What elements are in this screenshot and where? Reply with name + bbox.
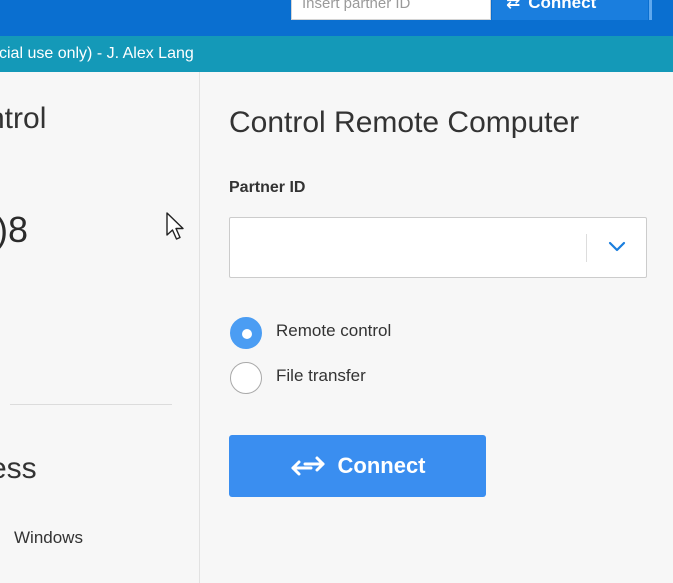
left-section-heading: ess: [0, 452, 37, 485]
page-title: Control Remote Computer: [229, 106, 580, 139]
your-id-value: )8: [0, 209, 29, 250]
partner-id-label: Partner ID: [229, 179, 306, 196]
radio-file-transfer-label[interactable]: File transfer: [276, 366, 366, 386]
arrows-exchange-icon: ⇄: [506, 0, 521, 12]
radio-remote-control-label[interactable]: Remote control: [276, 321, 391, 341]
top-toolbar: Insert partner ID ⇄ Connect: [0, 0, 673, 36]
license-text: cial use only) - J. Alex Lang: [0, 45, 194, 62]
left-pane: ntrol )8 ess Windows: [0, 72, 200, 583]
mouse-cursor-icon: [166, 212, 184, 240]
radio-unselected-icon[interactable]: [230, 362, 262, 394]
arrows-exchange-icon: [291, 456, 324, 476]
top-connect-button[interactable]: ⇄ Connect: [492, 0, 648, 20]
partner-id-dropdown-button[interactable]: [588, 218, 646, 277]
left-sub-item[interactable]: Windows: [14, 528, 83, 548]
toolbar-separator: [649, 0, 652, 20]
connect-button[interactable]: Connect: [229, 435, 486, 497]
control-remote-panel: Control Remote Computer Partner ID Remot…: [201, 72, 673, 583]
top-partner-id-input[interactable]: Insert partner ID: [291, 0, 491, 20]
left-divider: [10, 404, 172, 405]
combo-separator: [586, 234, 587, 262]
partner-id-input[interactable]: [230, 218, 585, 277]
partner-id-combobox[interactable]: [229, 217, 647, 278]
radio-selected-icon[interactable]: [230, 317, 262, 349]
radio-remote-control[interactable]: Remote control: [229, 313, 489, 349]
radio-file-transfer[interactable]: File transfer: [229, 358, 489, 394]
top-connect-label: Connect: [528, 0, 597, 12]
license-bar: cial use only) - J. Alex Lang: [0, 36, 673, 72]
left-section-title: ntrol: [0, 102, 47, 135]
chevron-down-icon: [608, 241, 626, 252]
connect-button-label: Connect: [337, 453, 426, 478]
